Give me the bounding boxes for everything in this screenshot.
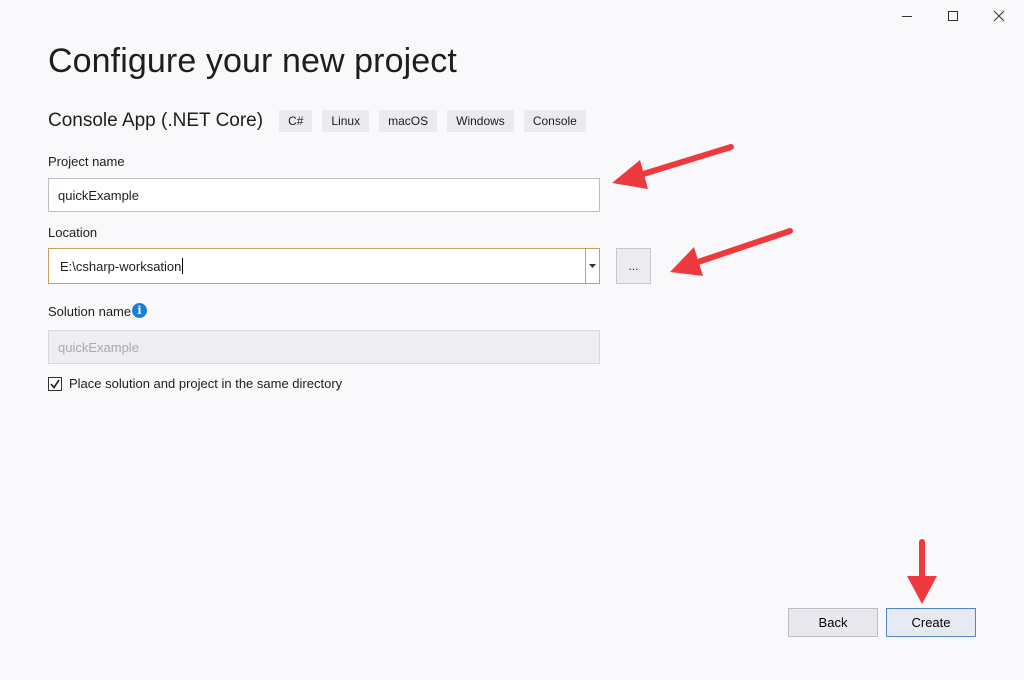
back-button[interactable]: Back [788, 608, 878, 637]
close-button[interactable] [977, 4, 1021, 28]
arrow-to-browse-button [670, 228, 793, 276]
location-value: E:\csharp-worksation [60, 258, 182, 274]
maximize-button[interactable] [931, 4, 975, 28]
solution-name-label: Solution name [48, 304, 132, 319]
arrow-to-create-button [907, 539, 937, 604]
project-name-value: quickExample [58, 187, 139, 203]
solution-name-input[interactable]: quickExample [48, 330, 600, 364]
arrow-to-project-name [612, 144, 734, 189]
browse-button[interactable]: ... [616, 248, 651, 284]
location-combobox[interactable]: E:\csharp-worksation [48, 248, 600, 284]
close-icon [993, 10, 1005, 22]
project-name-label: Project name [48, 154, 125, 169]
template-info: Console App (.NET Core) C# Linux macOS W… [48, 110, 596, 132]
minimize-button[interactable] [885, 4, 929, 28]
project-name-input[interactable]: quickExample [48, 178, 600, 212]
same-directory-checkbox[interactable] [48, 376, 62, 391]
same-directory-option[interactable]: Place solution and project in the same d… [48, 376, 342, 391]
tag-platform-linux: Linux [322, 110, 370, 132]
maximize-icon [948, 11, 958, 21]
info-icon[interactable]: i [132, 303, 147, 318]
tag-project-type: Console [523, 110, 586, 132]
tag-language: C# [279, 110, 313, 132]
page-title: Configure your new project [48, 42, 457, 80]
minimize-icon [902, 16, 912, 17]
text-cursor [182, 258, 184, 274]
tag-platform-windows: Windows [447, 110, 514, 132]
template-name: Console App (.NET Core) [48, 110, 264, 131]
solution-name-value: quickExample [58, 339, 139, 355]
same-directory-label: Place solution and project in the same d… [69, 376, 343, 391]
tag-platform-macos: macOS [379, 110, 438, 132]
location-label: Location [48, 225, 98, 240]
chevron-down-icon [589, 264, 596, 268]
create-button[interactable]: Create [886, 608, 976, 637]
location-dropdown-button[interactable] [585, 249, 599, 283]
checkmark-icon [50, 379, 60, 389]
